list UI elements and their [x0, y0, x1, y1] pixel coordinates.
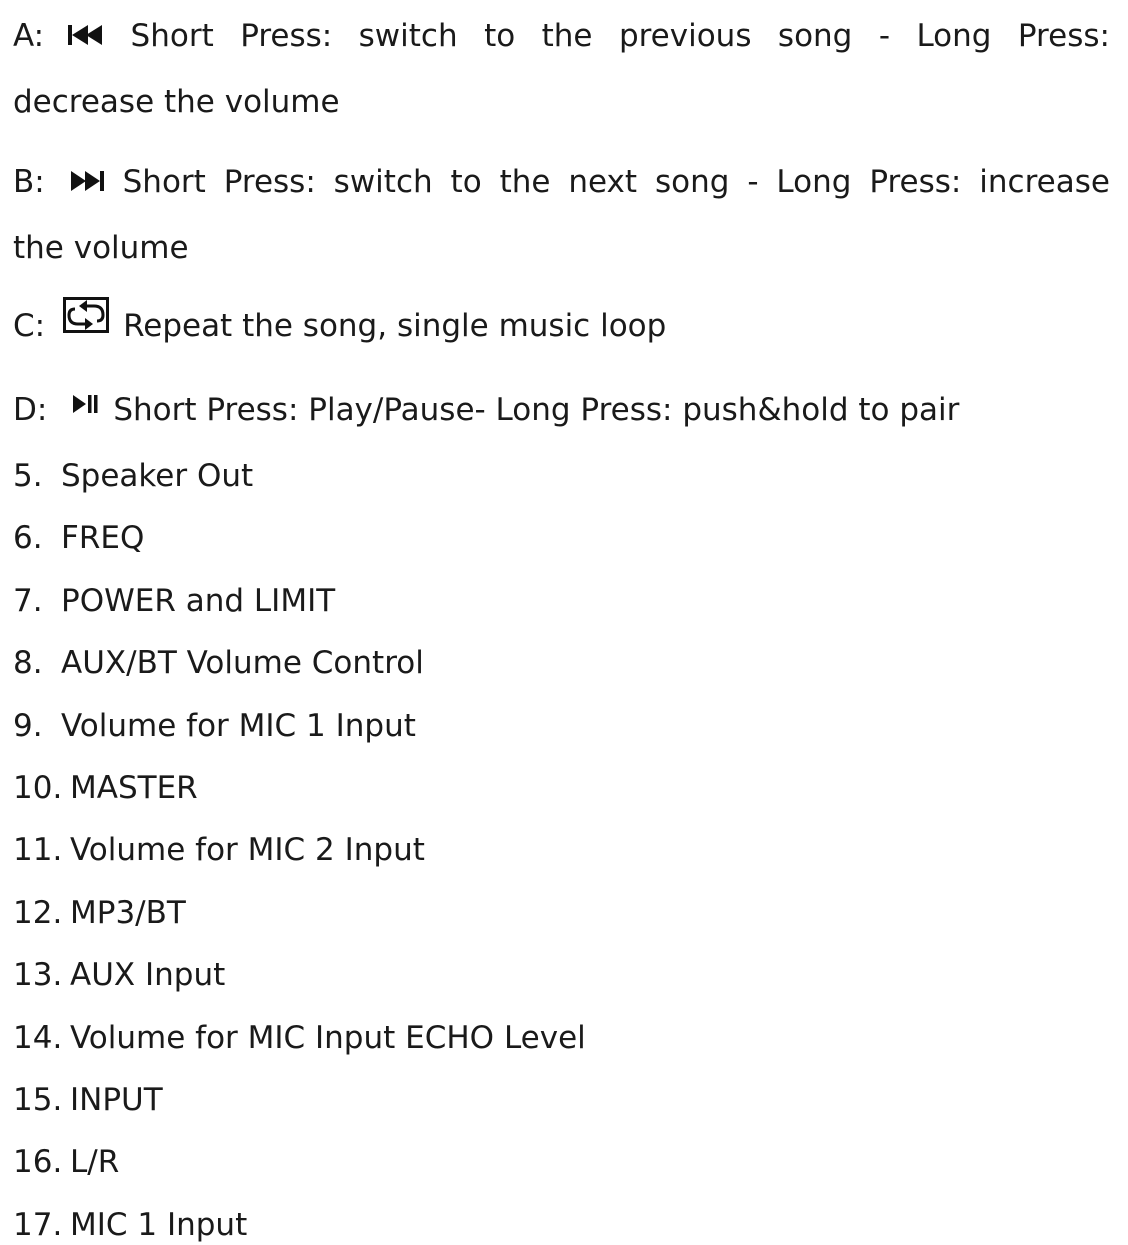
list-item-number: 7.: [13, 583, 43, 619]
list-item: 15. INPUT: [13, 1080, 1110, 1120]
control-a-line2: decrease the volume: [13, 84, 340, 120]
control-a-word: Long: [916, 18, 992, 54]
list-item-text: FREQ: [61, 520, 145, 556]
list-item-number: 16.: [13, 1144, 63, 1180]
control-a-lead: A:: [13, 16, 104, 56]
control-b-word: Short: [122, 164, 206, 200]
control-b-word: switch: [333, 164, 433, 200]
control-a-word: Press:: [240, 18, 333, 54]
control-b-line1: B: Short Press: switch to the next song - Long Pr…: [13, 162, 1110, 202]
control-b-lead: B:: [13, 162, 105, 202]
list-item-text: Volume for MIC Input ECHO Level: [70, 1020, 586, 1056]
list-item: 12. MP3/BT: [13, 893, 1110, 933]
list-item-number: 10.: [13, 770, 63, 806]
list-item-number: 11.: [13, 832, 63, 868]
play-pause-icon: [73, 384, 99, 424]
list-item: 10. MASTER: [13, 768, 1110, 808]
list-item-text: Speaker Out: [61, 458, 254, 494]
control-b-word: to: [450, 164, 482, 200]
list-item-number: 15.: [13, 1082, 63, 1118]
list-item-text: Volume for MIC 1 Input: [61, 708, 416, 744]
list-item-text: MIC 1 Input: [70, 1207, 248, 1243]
list-item-text: AUX/BT Volume Control: [61, 645, 424, 681]
control-a-word: switch: [358, 18, 458, 54]
control-b-word: the: [499, 164, 551, 200]
list-item-text: L/R: [70, 1144, 120, 1180]
control-b-word: -: [747, 164, 759, 200]
list-item: 13. AUX Input: [13, 955, 1110, 995]
list-item: 17. MIC 1 Input: [13, 1205, 1110, 1245]
control-a-word: song: [777, 18, 853, 54]
list-item-number: 8.: [13, 645, 43, 681]
list-item: 6. FREQ: [13, 518, 1110, 558]
next-track-icon: [70, 162, 105, 202]
previous-track-icon: [68, 16, 104, 56]
control-d-letter: D:: [13, 392, 48, 428]
control-a-word: Short: [130, 18, 214, 54]
list-item-number: 12.: [13, 895, 63, 931]
control-a-word: previous: [618, 18, 752, 54]
control-d-line: D: Short Press: Play/Pause- Long Press: …: [13, 390, 1110, 430]
list-item: 11. Volume for MIC 2 Input: [13, 830, 1110, 870]
control-b-line2: the volume: [13, 230, 189, 266]
list-item-text: POWER and LIMIT: [61, 583, 336, 619]
list-item: 8. AUX/BT Volume Control: [13, 643, 1110, 683]
list-item: 16. L/R: [13, 1142, 1110, 1182]
control-a-word: -: [878, 18, 890, 54]
list-item-text: AUX Input: [70, 957, 226, 993]
control-c-line: C: Repeat the song, single music loop: [13, 297, 1110, 346]
control-a-word: to: [484, 18, 516, 54]
list-item: 9. Volume for MIC 1 Input: [13, 706, 1110, 746]
list-item-number: 5.: [13, 458, 43, 494]
list-item: 7. POWER and LIMIT: [13, 581, 1110, 621]
list-item-number: 13.: [13, 957, 63, 993]
control-a-letter: A:: [13, 18, 45, 54]
control-b-word: next: [568, 164, 638, 200]
list-item-number: 14.: [13, 1020, 63, 1056]
control-b-word: increase: [979, 164, 1110, 200]
control-c-letter: C:: [13, 308, 46, 344]
control-a-word: Press:: [1017, 18, 1110, 54]
control-d-text: Short Press: Play/Pause- Long Press: pus…: [113, 392, 960, 428]
list-item-number: 9.: [13, 708, 43, 744]
control-b-word: Long: [776, 164, 852, 200]
list-item-number: 17.: [13, 1207, 63, 1243]
control-a-word: the: [541, 18, 593, 54]
control-b-word: song: [654, 164, 730, 200]
control-b-letter: B:: [13, 164, 45, 200]
control-c-text: Repeat the song, single music loop: [123, 308, 667, 344]
list-item-text: INPUT: [70, 1082, 163, 1118]
list-item-text: Volume for MIC 2 Input: [70, 832, 425, 868]
control-a-line1: A: Short Press: switch to the previous song - Lo…: [13, 16, 1110, 56]
repeat-loop-icon: [63, 297, 110, 343]
list-item-number: 6.: [13, 520, 43, 556]
control-b-word: Press:: [869, 164, 962, 200]
control-b-word: Press:: [223, 164, 316, 200]
list-item-text: MP3/BT: [70, 895, 186, 931]
list-item: 14. Volume for MIC Input ECHO Level: [13, 1018, 1110, 1058]
manual-page: A: Short Press: switch to the previous song - Lo…: [0, 0, 1128, 1243]
list-item-text: MASTER: [70, 770, 198, 806]
list-item: 5. Speaker Out: [13, 456, 1110, 496]
